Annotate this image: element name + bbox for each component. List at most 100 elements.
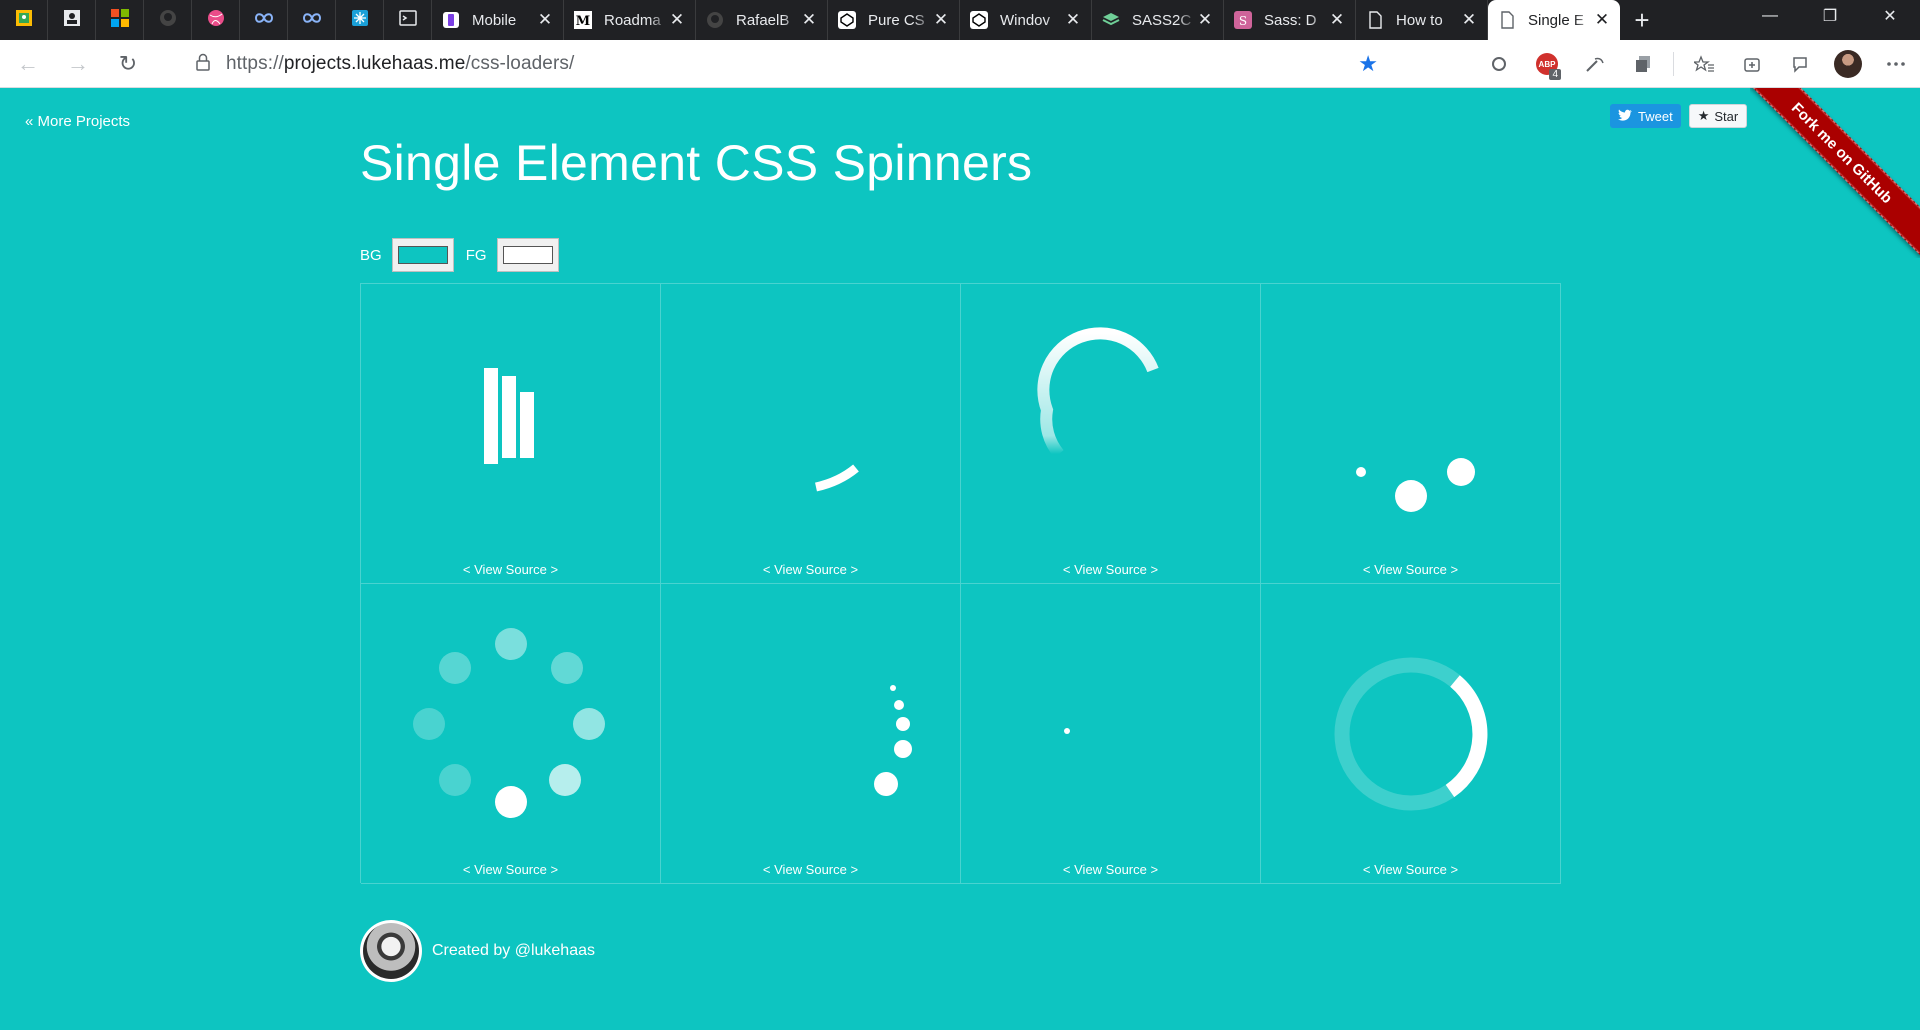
close-icon[interactable]: ✕ [1197,10,1213,30]
wand-extension-icon[interactable] [1571,40,1619,88]
minimize-button[interactable]: — [1740,0,1800,32]
tab-label: Mobile [472,11,517,29]
back-button[interactable]: ← [6,46,50,82]
loader-thick-ring [1334,657,1488,811]
loader-bars [484,368,534,464]
tab[interactable]: How to ✕ [1356,0,1488,40]
loader-dot [549,764,581,796]
fork-ribbon-container: Fork me on GitHub [1750,88,1920,258]
close-icon[interactable]: ✕ [1594,10,1610,30]
tab[interactable]: RafaelB ✕ [696,0,828,40]
new-tab-button[interactable]: + [1620,0,1664,40]
pinned-tab[interactable] [144,0,192,40]
pinned-tab[interactable] [240,0,288,40]
close-icon[interactable]: ✕ [933,10,949,30]
pinned-tab[interactable] [384,0,432,40]
close-icon[interactable]: ✕ [801,10,817,30]
view-source-link[interactable]: < View Source > [661,862,960,877]
maximize-button[interactable]: ❐ [1800,0,1860,32]
tab[interactable]: Pure CS ✕ [828,0,960,40]
loader-dot [894,740,912,758]
loader-cell: < View Source > [961,284,1261,584]
fg-color-swatch [502,246,553,264]
page-icon [1366,11,1384,29]
loader-tiny-dot [1064,728,1070,734]
tab-active[interactable]: Single E ✕ [1488,0,1620,40]
page-title: Single Element CSS Spinners [360,135,1033,191]
loader-dot [896,717,910,731]
fork-me-ribbon[interactable]: Fork me on GitHub [1750,88,1920,257]
back-arrow-icon: ← [17,50,39,76]
more-projects-link[interactable]: « More Projects [25,113,130,130]
collections-icon[interactable] [1728,40,1776,88]
pinned-tab[interactable] [48,0,96,40]
view-source-link[interactable]: < View Source > [361,862,660,877]
tab[interactable]: Mobile ✕ [432,0,564,40]
maps-icon [15,9,33,32]
circle-extension-icon[interactable] [1475,40,1523,88]
pinned-tab[interactable] [336,0,384,40]
svg-text:S: S [1239,14,1247,28]
svg-text:M: M [576,14,590,29]
view-source-link[interactable]: < View Source > [361,562,660,577]
tab-label: Pure CS [868,11,925,29]
created-by-link[interactable]: Created by @lukehaas [432,942,595,960]
page-icon [1498,11,1516,29]
reload-button[interactable]: ↻ [106,46,150,82]
color-pickers: BG FG [360,238,571,272]
github-star-button[interactable]: ★ Star [1688,104,1748,128]
bookmark-star-icon[interactable]: ★ [1358,51,1378,77]
url-bar[interactable]: https://projects.lukehaas.me/css-loaders… [180,46,1390,82]
tab[interactable]: Windov ✕ [960,0,1092,40]
close-window-button[interactable]: ✕ [1860,0,1920,32]
tab[interactable]: M Roadma ✕ [564,0,696,40]
view-source-link[interactable]: < View Source > [661,562,960,577]
github-icon [159,9,177,32]
feedback-icon[interactable] [1776,40,1824,88]
pinned-tabs [0,0,432,40]
infinity-icon [254,11,274,29]
loader-dot [551,652,583,684]
footer: Created by @lukehaas [360,920,595,982]
bg-color-picker[interactable] [391,238,454,272]
loader-dot [495,628,527,660]
favorites-icon[interactable] [1680,40,1728,88]
loader-dot [573,708,605,740]
tab-label: RafaelB [736,11,790,29]
close-icon[interactable]: ✕ [537,10,553,30]
pinned-tab[interactable] [96,0,144,40]
forward-button[interactable]: → [56,46,100,82]
close-icon[interactable]: ✕ [1065,10,1081,30]
pinned-tab[interactable] [192,0,240,40]
view-source-link[interactable]: < View Source > [1261,862,1560,877]
close-icon[interactable]: ✕ [669,10,685,30]
profile-avatar[interactable] [1824,40,1872,88]
medium-icon: M [574,11,592,29]
loader-arc [814,464,859,492]
tab[interactable]: S Sass: D ✕ [1224,0,1356,40]
github-icon [706,11,724,29]
view-source-link[interactable]: < View Source > [961,862,1260,877]
close-icon[interactable]: ✕ [1461,10,1477,30]
toolbar-separator [1673,52,1674,76]
loader-dot [439,764,471,796]
tweet-button[interactable]: Tweet [1610,104,1681,128]
tab[interactable]: SASS2C ✕ [1092,0,1224,40]
loader-cell: < View Source > [961,584,1261,884]
loader-ring-arc [1037,327,1159,458]
mobile-icon [442,11,460,29]
fg-label: FG [465,246,487,264]
window-controls: — ❐ ✕ [1740,0,1920,32]
adblock-icon[interactable]: ABP 4 [1523,40,1571,88]
fg-color-picker[interactable] [496,238,559,272]
url-text: https://projects.lukehaas.me/css-loaders… [226,53,575,74]
more-menu-icon[interactable] [1872,40,1920,88]
copy-extension-icon[interactable] [1619,40,1667,88]
view-source-link[interactable]: < View Source > [961,562,1260,577]
close-icon[interactable]: ✕ [1329,10,1345,30]
loader-dots [1356,458,1475,512]
view-source-link[interactable]: < View Source > [1261,562,1560,577]
pinned-tab[interactable] [288,0,336,40]
author-avatar[interactable] [360,920,422,982]
pinned-tab[interactable] [0,0,48,40]
